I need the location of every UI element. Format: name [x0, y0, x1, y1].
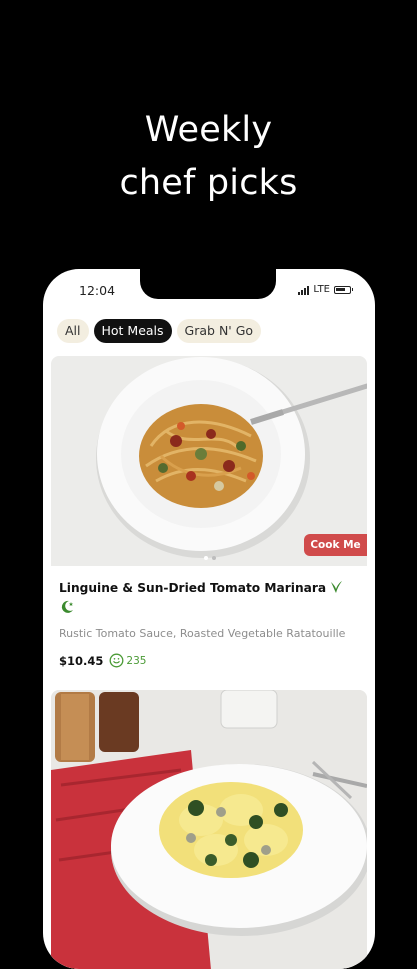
- vegetarian-leaf-icon: [329, 580, 343, 599]
- filter-tabs: All Hot Meals Grab N' Go: [57, 319, 262, 343]
- page-dot-active[interactable]: [204, 556, 208, 560]
- phone-frame: 12:04 LTE All Hot Meals Grab N' Go Cook …: [43, 269, 375, 969]
- network-label: LTE: [313, 284, 330, 295]
- status-time: 12:04: [79, 283, 116, 298]
- meal-image-2[interactable]: [51, 690, 367, 969]
- tab-hot-meals[interactable]: Hot Meals: [93, 319, 172, 343]
- phone-notch: [140, 269, 276, 299]
- status-icons: LTE: [298, 284, 353, 295]
- cook-me-badge: Cook Me: [304, 534, 367, 556]
- meal-title-text: Linguine & Sun-Dried Tomato Marinara: [59, 581, 327, 595]
- reward-points: 235: [109, 653, 146, 668]
- meal-image[interactable]: Cook Me: [51, 356, 367, 566]
- headline-line-1: Weekly: [144, 110, 273, 150]
- signal-icon: [298, 285, 310, 295]
- meal-description: Rustic Tomato Sauce, Roasted Vegetable R…: [59, 627, 346, 640]
- meal-title[interactable]: Linguine & Sun-Dried Tomato Marinara: [59, 579, 359, 599]
- halal-crescent-icon: [59, 599, 75, 619]
- smile-points-icon: [109, 653, 124, 668]
- tab-all[interactable]: All: [57, 319, 89, 343]
- meal-price: $10.45: [59, 653, 104, 668]
- headline-line-2: chef picks: [119, 163, 298, 203]
- promo-headline: Weekly chef picks: [0, 104, 417, 210]
- ravioli-plate-illustration: [51, 690, 367, 969]
- points-value: 235: [126, 654, 147, 667]
- image-pagination: [204, 556, 216, 560]
- battery-icon: [334, 285, 353, 294]
- tab-grab-n-go[interactable]: Grab N' Go: [176, 319, 262, 343]
- page-dot[interactable]: [212, 556, 216, 560]
- price-row: $10.45 235: [59, 653, 146, 668]
